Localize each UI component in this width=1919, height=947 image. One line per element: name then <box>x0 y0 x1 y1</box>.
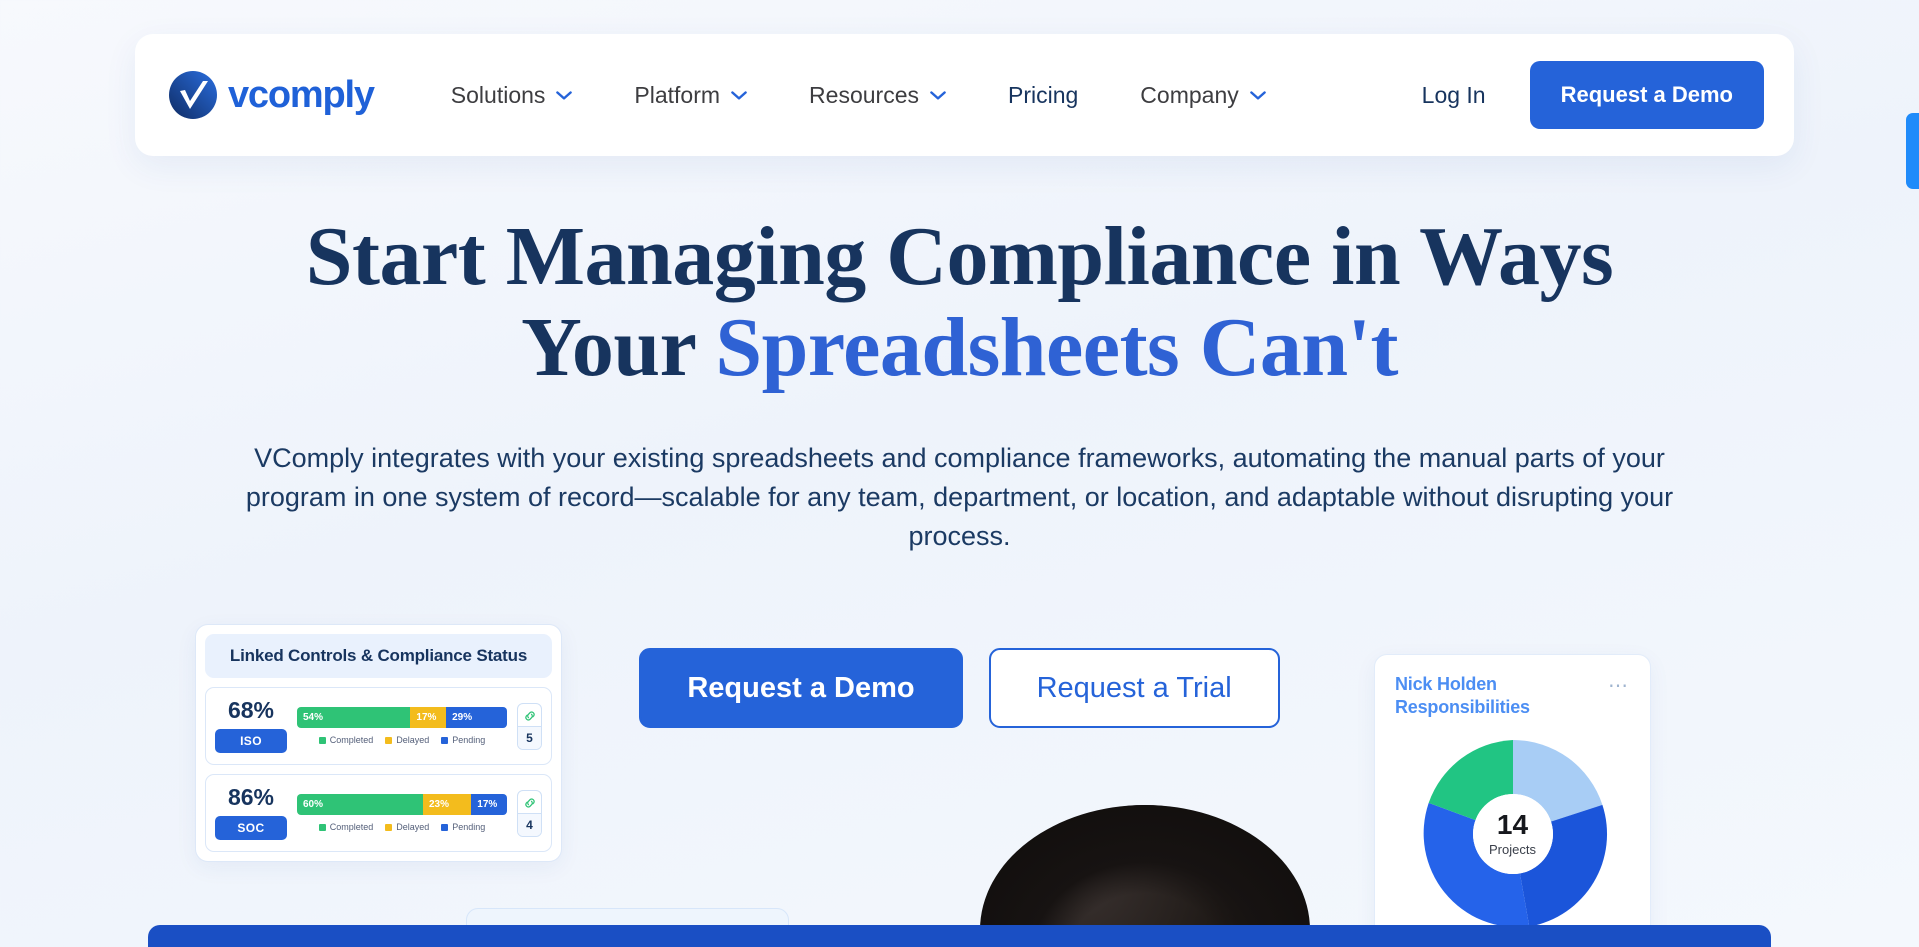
donut-center-caption: Projects <box>1489 842 1536 857</box>
legend-swatch-pending-icon <box>441 823 449 831</box>
legend-label: Completed <box>329 735 374 745</box>
nav-item-label: Company <box>1140 81 1239 108</box>
legend-swatch-completed-icon <box>318 736 326 744</box>
legend-label: Delayed <box>396 735 430 745</box>
donut-chart: 14 Projects <box>1413 734 1613 934</box>
hero-section: Start Managing Compliance in Ways Your S… <box>0 210 1919 555</box>
hero-subheading: VComply integrates with your existing sp… <box>245 443 1674 551</box>
nav-item-solutions[interactable]: Solutions <box>420 72 604 119</box>
top-navigation-bar: vcomply Solutions Platform Resources Pri… <box>135 34 1794 156</box>
linked-controls-card: Linked Controls & Compliance Status 68% … <box>195 624 562 862</box>
nav-item-resources[interactable]: Resources <box>778 72 977 119</box>
compliance-progress: 54% 17% 29% Completed Delayed Pending <box>297 707 507 745</box>
legend-completed: Completed <box>318 822 374 832</box>
chevron-down-icon <box>930 90 946 100</box>
framework-badge: SOC <box>215 816 287 840</box>
compliance-percent: 68% <box>227 697 275 723</box>
hero-request-a-trial-button[interactable]: Request a Trial <box>988 648 1280 729</box>
linked-controls-card-title: Linked Controls & Compliance Status <box>205 634 552 678</box>
nav-item-label: Platform <box>634 81 721 108</box>
page-title: Start Managing Compliance in Ways Your S… <box>260 210 1660 394</box>
progress-segment-delayed: 17% <box>410 707 447 728</box>
nav-item-label: Solutions <box>450 81 546 108</box>
progress-segment-pending: 17% <box>471 794 507 815</box>
legend-swatch-completed-icon <box>318 823 326 831</box>
legend-label: Pending <box>452 735 486 745</box>
progress-bar: 60% 23% 17% <box>297 794 507 815</box>
donut-card-header: Nick Holden Responsibilities ⋯ <box>1395 673 1630 718</box>
progress-legend: Completed Delayed Pending <box>297 822 507 832</box>
nav-item-platform[interactable]: Platform <box>603 72 778 119</box>
nav-item-pricing[interactable]: Pricing <box>977 72 1109 119</box>
nav-item-company[interactable]: Company <box>1109 72 1296 119</box>
compliance-percent: 86% <box>227 784 275 810</box>
responsibilities-chart-card: Nick Holden Responsibilities ⋯ 14 Projec… <box>1374 654 1651 947</box>
linked-items-indicator[interactable]: 5 <box>517 702 542 750</box>
framework-badge: ISO <box>215 729 287 753</box>
donut-center-value: 14 <box>1496 809 1529 840</box>
chevron-down-icon <box>1249 90 1266 100</box>
linked-items-count: 5 <box>518 726 541 749</box>
legend-pending: Pending <box>441 735 485 745</box>
legend-pending: Pending <box>441 822 485 832</box>
request-a-demo-button[interactable]: Request a Demo <box>1529 61 1764 129</box>
vcomply-checkmark-logo-icon <box>167 69 219 121</box>
progress-bar: 54% 17% 29% <box>297 707 507 728</box>
brand-name: vcomply <box>228 74 375 116</box>
compliance-progress: 60% 23% 17% Completed Delayed Pending <box>297 794 507 832</box>
brand-logo[interactable]: vcomply <box>167 69 375 121</box>
chevron-down-icon <box>556 90 573 100</box>
legend-swatch-pending-icon <box>441 736 449 744</box>
progress-segment-completed: 60% <box>297 794 423 815</box>
donut-card-title: Nick Holden Responsibilities <box>1395 674 1530 717</box>
legend-label: Pending <box>452 822 486 832</box>
chevron-down-icon <box>731 90 747 100</box>
progress-legend: Completed Delayed Pending <box>297 735 507 745</box>
progress-segment-completed: 54% <box>297 707 411 728</box>
link-chain-icon <box>518 791 541 814</box>
linked-items-count: 4 <box>518 813 541 836</box>
hero-request-a-demo-button[interactable]: Request a Demo <box>639 648 963 729</box>
progress-segment-pending: 29% <box>446 707 507 728</box>
more-options-icon[interactable]: ⋯ <box>1608 673 1630 696</box>
nav-links: Solutions Platform Resources Pricing Com… <box>420 72 1297 119</box>
donut-center-label: 14 Projects <box>1472 794 1553 874</box>
nav-item-label: Pricing <box>1007 81 1079 108</box>
legend-delayed: Delayed <box>385 735 429 745</box>
bottom-accent-bar <box>148 925 1771 947</box>
legend-label: Completed <box>329 822 374 832</box>
progress-segment-delayed: 23% <box>423 794 472 815</box>
headline-line-2-accent: Spreadsheets Can't <box>715 300 1398 394</box>
link-chain-icon <box>518 704 541 727</box>
headline-line-1: Start Managing Compliance in Ways <box>305 210 1614 303</box>
legend-swatch-delayed-icon <box>385 736 393 744</box>
headline-line-2-plain: Your <box>521 300 716 394</box>
legend-label: Delayed <box>396 822 430 832</box>
legend-completed: Completed <box>318 735 374 745</box>
login-link[interactable]: Log In <box>1422 82 1486 109</box>
nav-actions: Log In Request a Demo <box>1422 61 1764 129</box>
legend-delayed: Delayed <box>385 822 429 832</box>
compliance-row-summary: 68% ISO <box>215 699 287 753</box>
legend-swatch-delayed-icon <box>385 823 393 831</box>
nav-item-label: Resources <box>809 81 919 108</box>
compliance-row-summary: 86% SOC <box>215 786 287 840</box>
side-feedback-tab[interactable] <box>1906 113 1919 189</box>
compliance-row[interactable]: 86% SOC 60% 23% 17% Completed Delayed Pe… <box>205 774 552 852</box>
linked-items-indicator[interactable]: 4 <box>517 789 542 837</box>
compliance-row[interactable]: 68% ISO 54% 17% 29% Completed Delayed Pe… <box>205 687 552 765</box>
